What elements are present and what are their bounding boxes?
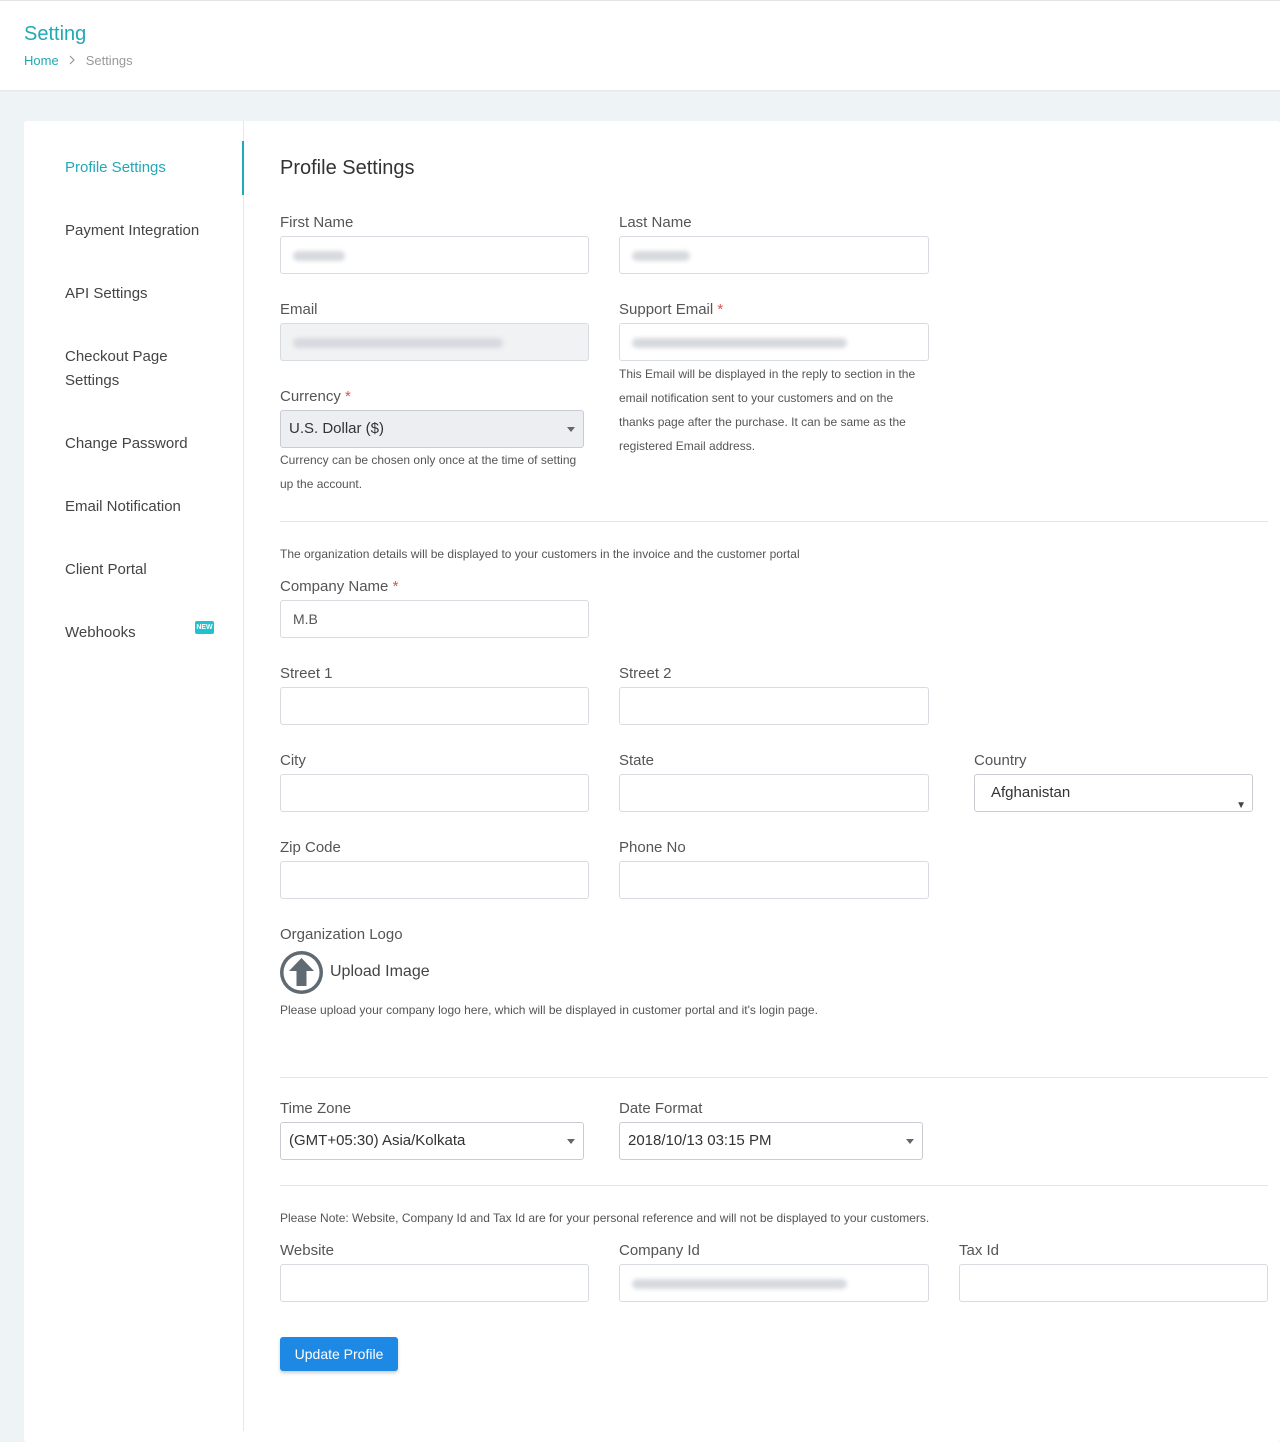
required-marker: * bbox=[345, 388, 351, 405]
last-name-input[interactable] bbox=[619, 236, 929, 274]
sidebar-item-api-settings[interactable]: API Settings bbox=[65, 282, 148, 306]
company-id-input[interactable] bbox=[619, 1264, 929, 1302]
divider bbox=[280, 1185, 1268, 1186]
support-email-input[interactable] bbox=[619, 323, 929, 361]
currency-select[interactable]: U.S. Dollar ($) bbox=[280, 410, 584, 448]
date-format-label: Date Format bbox=[619, 1100, 703, 1117]
sidebar-item-email-notification[interactable]: Email Notification bbox=[65, 495, 181, 519]
breadcrumb: Home Settings bbox=[24, 53, 133, 68]
caret-down-icon bbox=[567, 1139, 575, 1144]
company-id-label: Company Id bbox=[619, 1242, 700, 1259]
active-indicator bbox=[242, 141, 244, 195]
section-title: Profile Settings bbox=[280, 157, 415, 179]
phone-label: Phone No bbox=[619, 839, 686, 856]
support-email-label: Support Email * bbox=[619, 301, 723, 318]
sidebar-item-label: Webhooks bbox=[65, 624, 136, 641]
breadcrumb-current: Settings bbox=[85, 53, 133, 68]
country-label: Country bbox=[974, 752, 1027, 769]
upload-image-button[interactable]: Upload Image bbox=[330, 963, 430, 981]
country-select[interactable]: Afghanistan ▼ bbox=[974, 774, 1253, 812]
city-label: City bbox=[280, 752, 306, 769]
website-label: Website bbox=[280, 1242, 334, 1259]
street2-input[interactable] bbox=[619, 687, 929, 725]
breadcrumb-home-link[interactable]: Home bbox=[24, 53, 59, 68]
currency-label-text: Currency bbox=[280, 388, 341, 405]
profile-settings-form: Profile Settings First Name Last Name Em… bbox=[280, 121, 1270, 1442]
first-name-input[interactable] bbox=[280, 236, 589, 274]
arrow-up-circle-icon[interactable] bbox=[280, 951, 323, 994]
redacted-value bbox=[293, 251, 345, 262]
date-format-select[interactable]: 2018/10/13 03:15 PM bbox=[619, 1122, 923, 1160]
chevron-right-icon bbox=[69, 54, 76, 68]
website-input[interactable] bbox=[280, 1264, 589, 1302]
tax-id-label: Tax Id bbox=[959, 1242, 1000, 1259]
street1-input[interactable] bbox=[280, 687, 589, 725]
company-name-label: Company Name * bbox=[280, 578, 398, 595]
state-input[interactable] bbox=[619, 774, 929, 812]
redacted-value bbox=[632, 251, 690, 262]
redacted-value bbox=[632, 338, 847, 349]
first-name-label: First Name bbox=[280, 214, 354, 231]
personal-reference-note: Please Note: Website, Company Id and Tax… bbox=[280, 1211, 930, 1225]
country-select-value: Afghanistan bbox=[991, 784, 1071, 801]
organization-note: The organization details will be display… bbox=[280, 547, 800, 561]
street1-label: Street 1 bbox=[280, 665, 333, 682]
redacted-value bbox=[632, 1279, 847, 1290]
time-zone-select[interactable]: (GMT+05:30) Asia/Kolkata bbox=[280, 1122, 584, 1160]
required-marker: * bbox=[392, 578, 399, 595]
sidebar-item-client-portal[interactable]: Client Portal bbox=[65, 558, 147, 582]
organization-logo-label: Organization Logo bbox=[280, 926, 403, 943]
required-marker: * bbox=[717, 301, 724, 318]
phone-input[interactable] bbox=[619, 861, 929, 899]
state-label: State bbox=[619, 752, 655, 769]
zip-code-label: Zip Code bbox=[280, 839, 341, 856]
currency-select-value: U.S. Dollar ($) bbox=[289, 420, 385, 437]
tax-id-input[interactable] bbox=[959, 1264, 1268, 1302]
email-label: Email bbox=[280, 301, 318, 318]
new-badge: NEW bbox=[195, 621, 214, 634]
redacted-value bbox=[293, 338, 503, 349]
divider bbox=[280, 521, 1268, 522]
settings-card: Profile Settings Payment Integration API… bbox=[24, 121, 1280, 1442]
currency-help: Currency can be chosen only once at the … bbox=[280, 453, 577, 491]
company-name-label-text: Company Name bbox=[280, 578, 389, 595]
street2-label: Street 2 bbox=[619, 665, 672, 682]
logo-help: Please upload your company logo here, wh… bbox=[280, 1003, 818, 1017]
sidebar-item-checkout-page-settings[interactable]: Checkout Page Settings bbox=[65, 345, 195, 393]
settings-sidebar: Profile Settings Payment Integration API… bbox=[24, 121, 244, 1431]
company-name-input[interactable]: M.B bbox=[280, 600, 589, 638]
page-header: Setting Home Settings bbox=[0, 0, 1280, 90]
update-profile-button[interactable]: Update Profile bbox=[280, 1337, 398, 1371]
email-input bbox=[280, 323, 589, 361]
support-email-help: This Email will be displayed in the repl… bbox=[619, 367, 916, 453]
sidebar-item-payment-integration[interactable]: Payment Integration bbox=[65, 219, 199, 243]
page-title: Setting bbox=[24, 23, 87, 45]
date-format-select-value: 2018/10/13 03:15 PM bbox=[628, 1132, 772, 1149]
time-zone-select-value: (GMT+05:30) Asia/Kolkata bbox=[289, 1132, 466, 1149]
last-name-label: Last Name bbox=[619, 214, 692, 231]
sidebar-item-profile-settings[interactable]: Profile Settings bbox=[65, 156, 166, 180]
divider bbox=[280, 1077, 1268, 1078]
sidebar-item-webhooks[interactable]: Webhooks NEW bbox=[65, 621, 225, 645]
caret-down-icon bbox=[567, 427, 575, 432]
zip-code-input[interactable] bbox=[280, 861, 589, 899]
time-zone-label: Time Zone bbox=[280, 1100, 352, 1117]
caret-down-icon: ▼ bbox=[1236, 800, 1246, 811]
city-input[interactable] bbox=[280, 774, 589, 812]
caret-down-icon bbox=[906, 1139, 914, 1144]
sidebar-item-change-password[interactable]: Change Password bbox=[65, 432, 188, 456]
currency-label: Currency * bbox=[280, 388, 351, 405]
support-email-label-text: Support Email bbox=[619, 301, 714, 318]
